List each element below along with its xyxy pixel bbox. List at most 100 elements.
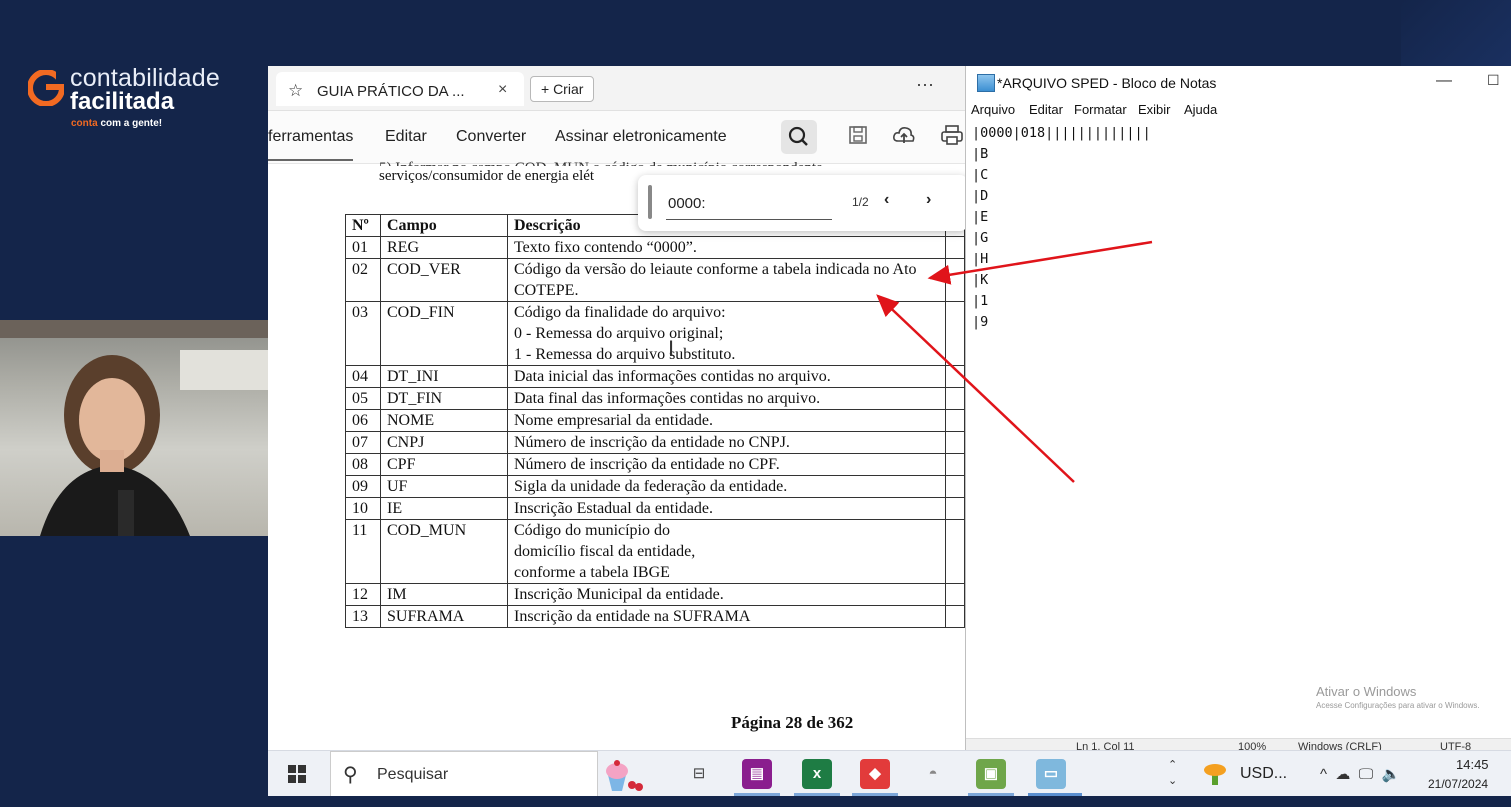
row-extra (945, 605, 965, 628)
close-tab-icon[interactable]: × (498, 81, 507, 99)
taskbar-search-box[interactable]: ⚲ Pesquisar (330, 751, 598, 796)
row-descricao: Inscrição Estadual da entidade. (507, 497, 946, 520)
browser-tab[interactable]: ☆ GUIA PRÁTICO DA ... × (276, 72, 524, 106)
star-icon[interactable]: ☆ (288, 81, 303, 101)
windows-start-icon[interactable] (288, 765, 306, 783)
image-app-icon[interactable]: ▣ (976, 759, 1006, 789)
row-descricao: Inscrição da entidade na SUFRAMA (507, 605, 946, 628)
brand-logo-block: contabilidade facilitada conta com a gen… (24, 64, 254, 144)
row-descricao: Texto fixo contendo “0000”. (507, 236, 946, 259)
taskbar-active-indicator (794, 793, 840, 796)
pdf-intro-line2: serviços/consumidor de energia elét (379, 168, 595, 184)
screen-capture: ☆ GUIA PRÁTICO DA ... × + Criar ··· ferr… (268, 66, 1511, 796)
excel-icon[interactable]: x (802, 759, 832, 789)
minimize-icon[interactable]: — (1436, 72, 1452, 90)
presenter-image (0, 320, 268, 536)
row-campo: CPF (380, 453, 508, 476)
menu-exibir[interactable]: Exibir (1138, 102, 1171, 117)
tray-scroll-icon[interactable]: ⌃ ⌄ (1168, 757, 1177, 789)
currency-widget-label[interactable]: USD... (1240, 765, 1287, 783)
find-box-accent (648, 185, 652, 219)
table-row: 03 COD_FIN Código da finalidade do arquivo… (345, 301, 965, 366)
taskbar-active-indicator (734, 793, 780, 796)
app-dome-icon[interactable]: ◓ (918, 759, 948, 789)
row-number: 13 (345, 605, 381, 628)
row-descricao: Número de inscrição da entidade no CPF. (507, 453, 946, 476)
notepad-line: |B (972, 146, 989, 162)
tab-converter[interactable]: Converter (456, 128, 526, 146)
row-number: 03 (345, 301, 381, 366)
menu-editar[interactable]: Editar (1029, 102, 1063, 117)
menu-formatar[interactable]: Formatar (1074, 102, 1127, 117)
background-corner (1401, 0, 1511, 70)
row-descricao: Sigla da unidade da federação da entidad… (507, 475, 946, 498)
row-extra (945, 409, 965, 432)
table-row: 11 COD_MUN Código do município do domicíli… (345, 519, 965, 584)
pdf-intro-line1: 5) Informar no campo COD_MUN o código de… (379, 158, 823, 166)
browser-tab-strip: ☆ GUIA PRÁTICO DA ... × + Criar ··· (268, 66, 968, 111)
system-tray-icons[interactable]: ^ ☁ 🖵 🔈 (1320, 765, 1400, 783)
row-descricao: Código da versão do leiaute conforme a t… (507, 258, 946, 302)
print-icon[interactable] (938, 124, 966, 152)
row-number: 09 (345, 475, 381, 498)
maximize-icon[interactable]: ☐ (1487, 72, 1500, 89)
menu-arquivo[interactable]: Arquivo (971, 102, 1015, 117)
currency-widget-icon[interactable] (1202, 761, 1228, 787)
row-campo: UF (380, 475, 508, 498)
find-count: 1/2 (852, 195, 869, 209)
row-number: 07 (345, 431, 381, 454)
tab-ferramentas[interactable]: ferramentas (268, 128, 354, 161)
table-row: 02 COD_VER Código da versão do leiaute con… (345, 258, 965, 302)
row-campo: CNPJ (380, 431, 508, 454)
onenote-icon[interactable]: ▤ (742, 759, 772, 789)
webcam-video (0, 320, 268, 536)
row-campo: REG (380, 236, 508, 259)
clock-time[interactable]: 14:45 (1456, 757, 1489, 772)
save-icon[interactable] (844, 124, 872, 152)
row-extra (945, 258, 965, 302)
row-extra (945, 475, 965, 498)
menu-ajuda[interactable]: Ajuda (1184, 102, 1217, 117)
tab-editar[interactable]: Editar (385, 128, 427, 146)
tab-assinar[interactable]: Assinar eletronicamente (555, 128, 727, 146)
activation-subtitle: Acesse Configurações para ativar o Windo… (1316, 701, 1480, 710)
row-descricao: Código da finalidade do arquivo: 0 - Rem… (507, 301, 946, 366)
row-extra (945, 453, 965, 476)
pdf-toolbar: ferramentas Editar Converter Assinar ele… (268, 111, 968, 164)
notepad-line: |E (972, 209, 989, 225)
upload-icon[interactable] (890, 124, 918, 152)
find-input[interactable] (666, 187, 832, 220)
row-number: 01 (345, 236, 381, 259)
taskbar-active-indicator (852, 793, 898, 796)
notepad-title: *ARQUIVO SPED - Bloco de Notas (997, 75, 1217, 91)
table-row: 09 UF Sigla da unidade da federação da ent… (345, 475, 965, 498)
notepad-line: |D (972, 188, 989, 204)
row-number: 04 (345, 365, 381, 388)
table-row: 13 SUFRAMA Inscrição da entidade na SUFRAM… (345, 605, 965, 628)
clock-date[interactable]: 21/07/2024 (1428, 777, 1488, 791)
pdf-page: 5) Informar no campo COD_MUN o código de… (268, 160, 965, 752)
row-descricao: Número de inscrição da entidade no CNPJ. (507, 431, 946, 454)
row-campo: COD_MUN (380, 519, 508, 584)
find-previous-icon[interactable]: ‹ (884, 191, 889, 209)
notepad-line: |1 (972, 293, 989, 309)
anydesk-icon[interactable]: ◆ (860, 759, 890, 789)
row-extra (945, 236, 965, 259)
activation-title: Ativar o Windows (1316, 684, 1417, 699)
more-options-icon[interactable]: ··· (916, 74, 934, 95)
search-button[interactable] (781, 120, 817, 154)
row-extra (945, 301, 965, 366)
row-descricao: Inscrição Municipal da entidade. (507, 583, 946, 606)
create-button[interactable]: + Criar (530, 76, 595, 102)
taskbar-search-placeholder: Pesquisar (377, 766, 449, 783)
find-next-icon[interactable]: › (926, 191, 931, 209)
row-descricao: Código do município do domicílio fiscal … (507, 519, 946, 584)
row-number: 06 (345, 409, 381, 432)
row-campo: NOME (380, 409, 508, 432)
task-view-icon[interactable]: ⊟ (684, 759, 714, 789)
notepad-text-area[interactable]: |0000|018||||||||||||| |B |C |D |E |G |H |K |1 |9 (972, 123, 1151, 333)
find-box: 1/2 ‹ › (638, 175, 968, 231)
row-number: 02 (345, 258, 381, 302)
table-row: 07 CNPJ Número de inscrição da entidade no… (345, 431, 965, 454)
notepad-taskbar-icon[interactable]: ▭ (1036, 759, 1066, 789)
